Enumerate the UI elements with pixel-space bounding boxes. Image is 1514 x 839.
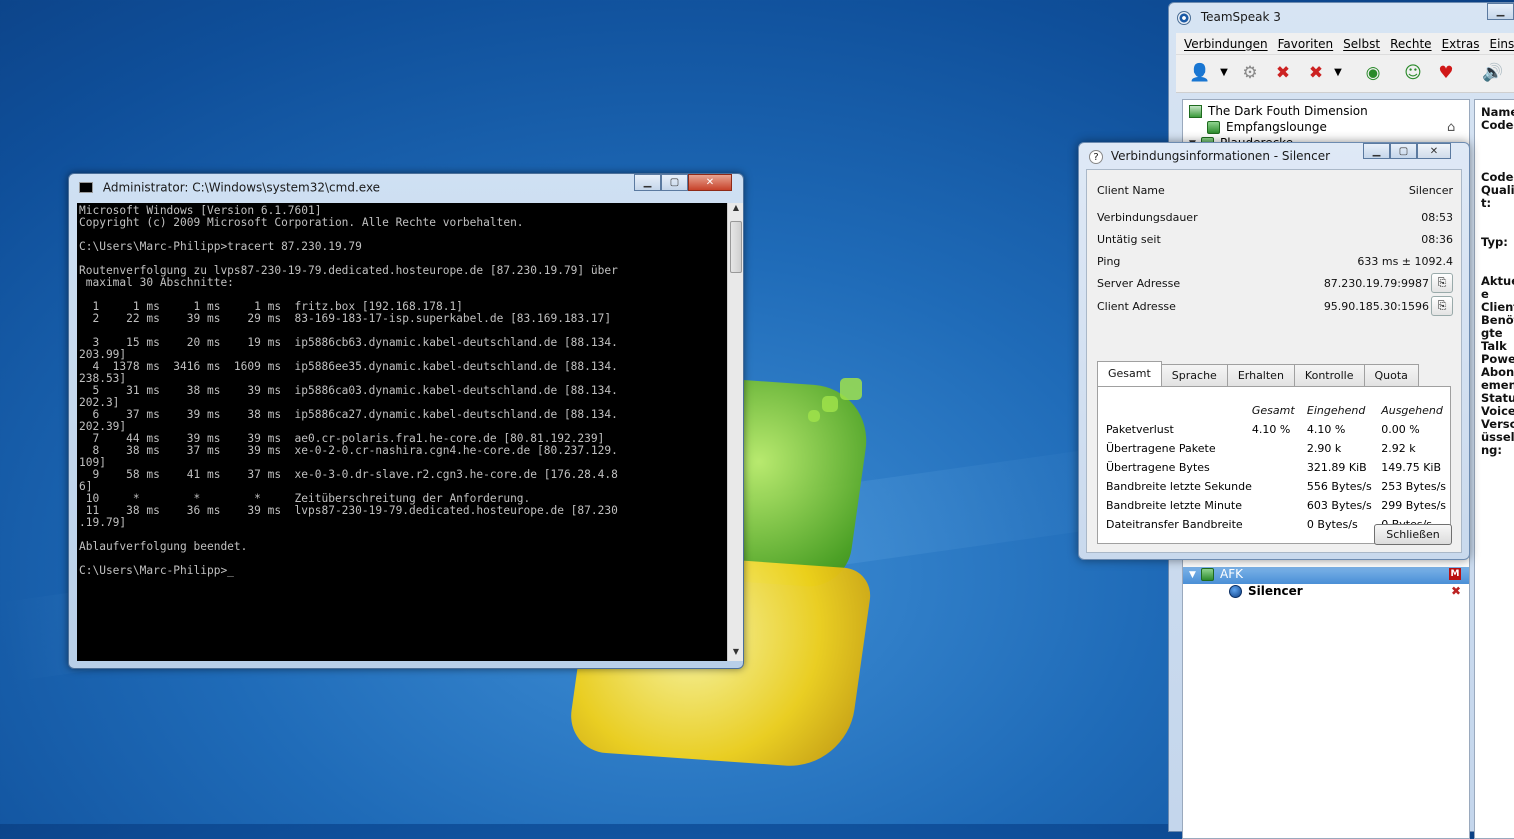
cmd-app-icon: [79, 182, 93, 193]
dialog-maximize-button[interactable]: ▢: [1390, 143, 1417, 159]
info-idle-time: Untätig seit 08:36: [1097, 231, 1453, 249]
info-server-address: Server Adresse 87.230.19.79:9987 ⎘: [1097, 275, 1453, 293]
server-icon: [1189, 105, 1202, 118]
ts-toolbar: 👤 ▼ ⚙ ✖ ✖ ▼ ◉ ☺ ♥ 🔊: [1176, 55, 1514, 93]
connect-dropdown-icon[interactable]: ▼: [1212, 61, 1236, 85]
dialog-minimize-button[interactable]: ▁: [1363, 143, 1390, 159]
dialog-title-text: Verbindungsinformationen - Silencer: [1111, 149, 1330, 163]
user-silencer[interactable]: Silencer: [1229, 584, 1303, 601]
disconnect-icon[interactable]: ⚙: [1238, 61, 1262, 85]
teamspeak-logo-icon: [1177, 11, 1191, 25]
ts-titlebar[interactable]: TeamSpeak 3: [1177, 10, 1281, 25]
maximize-button[interactable]: ▢: [661, 174, 688, 191]
user-status-icon: [1229, 585, 1242, 598]
server-row[interactable]: The Dark Fouth Dimension: [1189, 104, 1368, 121]
help-icon[interactable]: ?: [1089, 150, 1103, 164]
connection-info-dialog[interactable]: ? Verbindungsinformationen - Silencer ▁ …: [1078, 142, 1470, 560]
view-icon[interactable]: ◉: [1361, 61, 1385, 85]
tab-kontrolle[interactable]: Kontrolle: [1294, 364, 1365, 386]
cmd-scrollbar[interactable]: ▲ ▼: [727, 203, 743, 661]
ts-title-text: TeamSpeak 3: [1201, 10, 1281, 24]
table-row: Paketverlust 4.10 % 4.10 % 0.00 %: [1106, 420, 1446, 439]
client-info-panel: Name Codec Codec Qualit t: Typ: Aktue e …: [1474, 99, 1514, 839]
channel-icon: [1201, 568, 1214, 581]
scroll-up-icon[interactable]: ▲: [728, 203, 744, 217]
ts-menubar: Verbindungen Favoriten Selbst Rechte Ext…: [1176, 33, 1514, 55]
schliessen-button[interactable]: Schließen: [1374, 524, 1452, 545]
info-client-address: Client Adresse 95.90.185.30:1596 ⎘: [1097, 298, 1453, 316]
scroll-thumb[interactable]: [730, 221, 742, 273]
expand-arrow-icon[interactable]: ▼: [1189, 570, 1201, 580]
scroll-down-icon[interactable]: ▼: [728, 647, 744, 661]
cmd-window[interactable]: Administrator: C:\Windows\system32\cmd.e…: [68, 173, 744, 669]
close-button[interactable]: ✕: [688, 174, 732, 191]
volume-icon[interactable]: 🔊: [1481, 61, 1505, 85]
cmd-title-text: Administrator: C:\Windows\system32\cmd.e…: [103, 181, 380, 195]
stats-table: Gesamt Eingehend Ausgehend Paketverlust …: [1106, 401, 1446, 534]
table-row: Übertragene Bytes 321.89 KiB 149.75 KiB: [1106, 458, 1446, 477]
header-eingehend: Eingehend: [1307, 401, 1381, 420]
ts-minimize-button[interactable]: ▁: [1487, 3, 1514, 20]
away-icon[interactable]: ✖: [1271, 61, 1295, 85]
home-icon: ⌂: [1447, 120, 1455, 137]
info-connection-duration: Verbindungsdauer 08:53: [1097, 209, 1453, 227]
moderated-icon: M: [1449, 568, 1461, 580]
identity-icon[interactable]: ☺: [1401, 61, 1425, 85]
stats-tabs: Gesamt Sprache Erhalten Kontrolle Quota: [1097, 364, 1418, 386]
table-row: Übertragene Pakete 2.90 k 2.92 k: [1106, 439, 1446, 458]
table-row: Bandbreite letzte Minute 603 Bytes/s 299…: [1106, 496, 1446, 515]
ban-icon[interactable]: ♥: [1434, 61, 1458, 85]
cmd-titlebar[interactable]: Administrator: C:\Windows\system32\cmd.e…: [79, 180, 380, 195]
info-ping: Ping 633 ms ± 1092.4: [1097, 253, 1453, 271]
console-output: Microsoft Windows [Version 6.1.7601] Cop…: [77, 203, 727, 659]
menu-selbst[interactable]: Selbst: [1343, 37, 1380, 51]
mute-microphone-icon[interactable]: ✖: [1304, 61, 1328, 85]
menu-favoriten[interactable]: Favoriten: [1278, 37, 1334, 51]
menu-extras[interactable]: Extras: [1442, 37, 1480, 51]
info-client-name: Client Name Silencer: [1097, 182, 1453, 200]
stats-panel: Gesamt Eingehend Ausgehend Paketverlust …: [1097, 386, 1451, 544]
menu-rechte[interactable]: Rechte: [1390, 37, 1431, 51]
table-header-row: Gesamt Eingehend Ausgehend: [1106, 401, 1446, 420]
channel-icon: [1207, 121, 1220, 134]
tab-sprache[interactable]: Sprache: [1161, 364, 1228, 386]
client-info-labels: Name Codec Codec Qualit t: Typ: Aktue e …: [1481, 106, 1514, 457]
header-ausgehend: Ausgehend: [1381, 401, 1446, 420]
header-gesamt: Gesamt: [1252, 401, 1307, 420]
dialog-close-icon[interactable]: ✕: [1417, 143, 1451, 159]
copy-server-address-icon[interactable]: ⎘: [1431, 273, 1453, 293]
connect-icon[interactable]: 👤: [1188, 61, 1212, 85]
dialog-content: Client Name Silencer Verbindungsdauer 08…: [1086, 169, 1462, 553]
tab-quota[interactable]: Quota: [1364, 364, 1419, 386]
tab-erhalten[interactable]: Erhalten: [1227, 364, 1295, 386]
minimize-button[interactable]: ▁: [634, 174, 661, 191]
menu-einstellungen[interactable]: Einstellu: [1490, 37, 1514, 51]
channel-empfangslounge[interactable]: Empfangslounge: [1207, 120, 1327, 137]
copy-client-address-icon[interactable]: ⎘: [1431, 296, 1453, 316]
mute-dropdown-icon[interactable]: ▼: [1326, 61, 1350, 85]
away-status-icon: ✖: [1451, 584, 1461, 601]
dialog-titlebar[interactable]: ? Verbindungsinformationen - Silencer: [1089, 149, 1330, 164]
cmd-console[interactable]: Microsoft Windows [Version 6.1.7601] Cop…: [77, 203, 727, 661]
menu-verbindungen[interactable]: Verbindungen: [1184, 37, 1268, 51]
tab-gesamt[interactable]: Gesamt: [1097, 361, 1162, 386]
channel-afk[interactable]: ▼AFK M: [1183, 567, 1469, 584]
table-row: Bandbreite letzte Sekunde 556 Bytes/s 25…: [1106, 477, 1446, 496]
